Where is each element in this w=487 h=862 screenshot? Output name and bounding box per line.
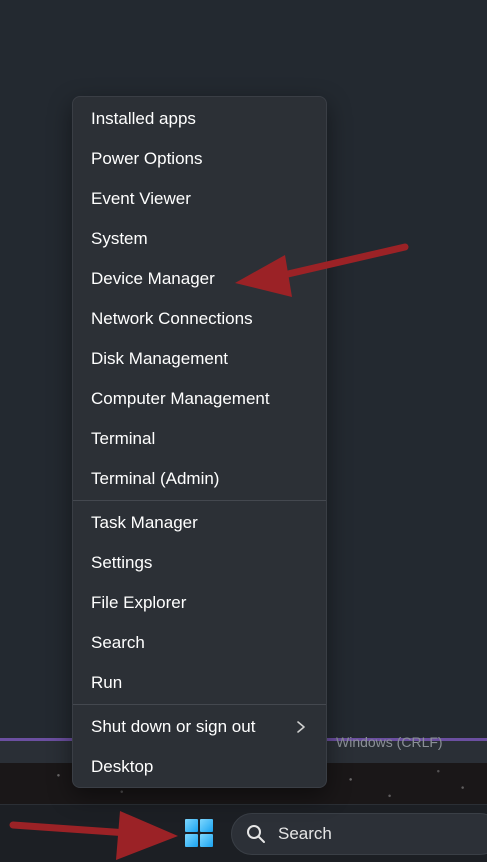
menu-separator [73, 704, 326, 705]
menu-item-file-explorer[interactable]: File Explorer [73, 584, 326, 622]
menu-item-terminal-admin[interactable]: Terminal (Admin) [73, 460, 326, 498]
search-placeholder: Search [278, 824, 332, 843]
menu-separator [73, 500, 326, 501]
winx-context-menu: Installed apps Power Options Event Viewe… [72, 96, 327, 788]
menu-item-shut-down-or-sign-out[interactable]: Shut down or sign out [73, 708, 326, 746]
menu-item-settings[interactable]: Settings [73, 544, 326, 582]
menu-item-task-manager[interactable]: Task Manager [73, 504, 326, 542]
menu-item-disk-management[interactable]: Disk Management [73, 340, 326, 378]
menu-item-search[interactable]: Search [73, 624, 326, 662]
windows-logo-icon [185, 819, 213, 847]
menu-item-installed-apps[interactable]: Installed apps [73, 100, 326, 138]
menu-item-network-connections[interactable]: Network Connections [73, 300, 326, 338]
menu-item-event-viewer[interactable]: Event Viewer [73, 180, 326, 218]
taskbar-search-box[interactable]: Search [231, 813, 487, 855]
menu-item-run[interactable]: Run [73, 664, 326, 702]
menu-item-computer-management[interactable]: Computer Management [73, 380, 326, 418]
menu-item-terminal[interactable]: Terminal [73, 420, 326, 458]
menu-item-power-options[interactable]: Power Options [73, 140, 326, 178]
menu-item-label: Shut down or sign out [91, 717, 256, 736]
line-ending-status[interactable]: Windows (CRLF) [336, 734, 443, 750]
start-button[interactable] [176, 810, 222, 856]
menu-item-system[interactable]: System [73, 220, 326, 258]
menu-item-desktop[interactable]: Desktop [73, 748, 326, 786]
search-icon [247, 825, 265, 843]
menu-item-device-manager[interactable]: Device Manager [73, 260, 326, 298]
chevron-right-icon [297, 721, 305, 733]
